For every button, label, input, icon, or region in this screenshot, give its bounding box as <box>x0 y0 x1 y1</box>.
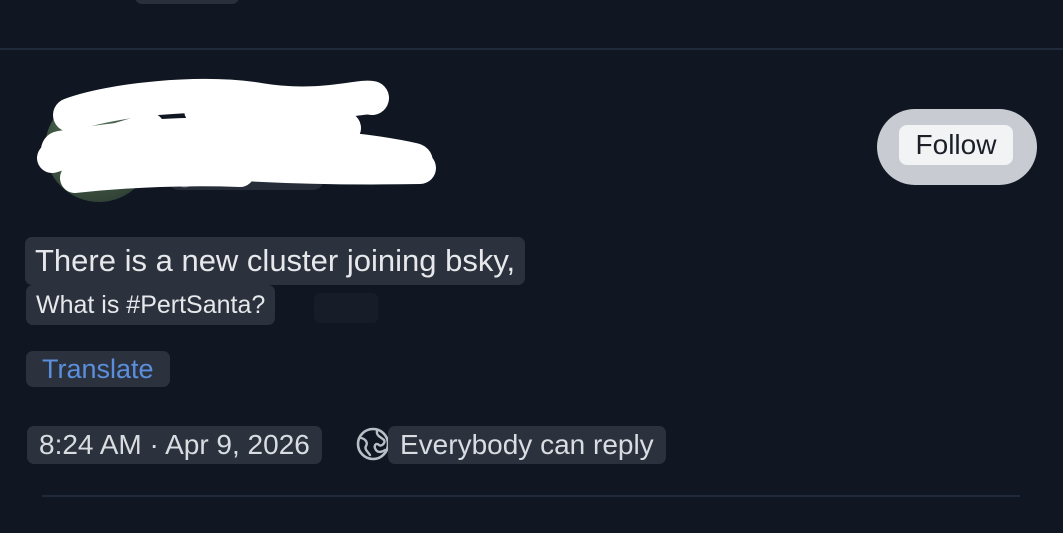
post-date: Apr 9, 2026 <box>165 429 310 460</box>
avatar[interactable] <box>45 94 153 202</box>
emoji-placeholder <box>314 293 378 323</box>
post-time: 8:24 AM <box>39 429 142 460</box>
top-divider <box>0 48 1063 50</box>
bottom-divider <box>42 495 1020 497</box>
post-timestamp[interactable]: 8:24 AM · Apr 9, 2026 <box>27 426 322 464</box>
author-handle[interactable]: @ <box>168 168 324 190</box>
follow-label: Follow <box>899 125 1013 165</box>
author-handle-text: @ <box>176 169 195 189</box>
translate-link[interactable]: Translate <box>26 351 170 387</box>
post-view: @ Follow There is a new cluster joining … <box>0 0 1063 533</box>
follow-button[interactable]: Follow <box>877 109 1037 185</box>
globe-icon[interactable] <box>354 425 392 463</box>
reply-setting[interactable]: Everybody can reply <box>388 426 666 464</box>
post-text-line-1: There is a new cluster joining bsky, <box>25 237 526 285</box>
post-text-line-2[interactable]: What is #PertSanta? <box>26 285 276 325</box>
previous-post-fragment <box>135 0 239 4</box>
timestamp-separator: · <box>149 429 159 460</box>
